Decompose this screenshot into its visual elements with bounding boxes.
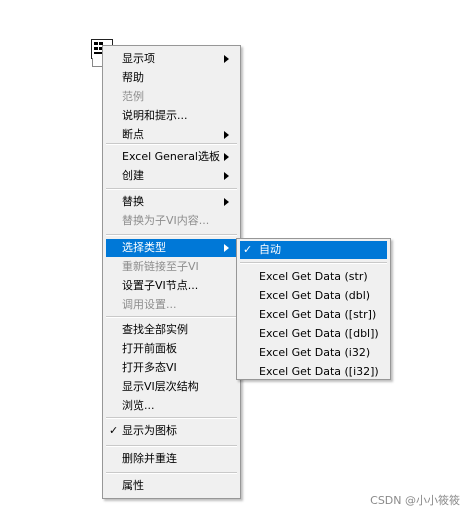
menu-separator [106, 472, 237, 474]
menu-item-label: 浏览... [122, 399, 155, 412]
menu-item-label: 创建 [122, 169, 144, 182]
menu-item-label: 重新链接至子VI [122, 260, 199, 273]
type-option-label: Excel Get Data (i32) [259, 346, 371, 359]
submenu-arrow-icon [224, 172, 229, 180]
submenu-arrow-icon [224, 244, 229, 252]
menu-separator [106, 188, 237, 190]
menu-item-0-4[interactable]: 断点 [106, 126, 237, 144]
type-option-1[interactable]: Excel Get Data (str) [240, 268, 387, 286]
menu-item-label: Excel General选板 [122, 150, 220, 163]
type-option-label: 自动 [259, 243, 281, 256]
menu-item-0-1[interactable]: 帮助 [106, 69, 237, 87]
type-option-label: Excel Get Data ([dbl]) [259, 327, 379, 340]
menu-item-3-2[interactable]: 设置子VI节点... [106, 277, 237, 295]
submenu-arrow-icon [224, 153, 229, 161]
watermark-text: CSDN @小小筱筱 [370, 494, 460, 507]
menu-separator [106, 316, 237, 318]
type-option-label: Excel Get Data ([str]) [259, 308, 377, 321]
menu-item-3-0[interactable]: 选择类型 [106, 239, 237, 257]
menu-item-label: 替换为子VI内容... [122, 214, 210, 227]
type-option-label: Excel Get Data (str) [259, 270, 368, 283]
context-menu: 显示项帮助范例说明和提示... 断点 Excel General选板 创建替换替换为子… [102, 45, 241, 499]
menu-item-label: 帮助 [122, 71, 144, 84]
type-option-2[interactable]: Excel Get Data (dbl) [240, 287, 387, 305]
type-option-4[interactable]: Excel Get Data ([dbl]) [240, 325, 387, 343]
menu-item-3-3[interactable]: 调用设置... [106, 296, 237, 314]
menu-item-1-1[interactable]: 创建 [106, 167, 237, 185]
menu-item-2-1[interactable]: 替换为子VI内容... [106, 212, 237, 230]
type-option-5[interactable]: Excel Get Data (i32) [240, 344, 387, 362]
menu-item-label: 删除并重连 [122, 452, 177, 465]
menu-item-3-1[interactable]: 重新链接至子VI [106, 258, 237, 276]
menu-item-label: 属性 [122, 479, 144, 492]
submenu-arrow-icon [224, 198, 229, 206]
menu-item-4-4[interactable]: 浏览... [106, 397, 237, 415]
menu-item-label: 选择类型 [122, 241, 166, 254]
menu-item-4-3[interactable]: 显示VI层次结构 [106, 378, 237, 396]
menu-item-label: 范例 [122, 90, 144, 103]
type-option-0[interactable]: ✓ 自动 [240, 241, 387, 259]
menu-item-1-0[interactable]: Excel General选板 [106, 148, 237, 166]
menu-item-4-1[interactable]: 打开前面板 [106, 340, 237, 358]
checkmark-icon: ✓ [243, 243, 253, 256]
menu-separator [106, 417, 237, 419]
type-option-label: Excel Get Data ([i32]) [259, 365, 379, 378]
menu-item-label: 查找全部实例 [122, 323, 188, 336]
menu-item-label: 打开前面板 [122, 342, 177, 355]
type-option-3[interactable]: Excel Get Data ([str]) [240, 306, 387, 324]
select-type-submenu: ✓ 自动 Excel Get Data (str) Excel Get Data (d… [236, 238, 391, 380]
submenu-separator [240, 262, 387, 264]
menu-item-label: 显示VI层次结构 [122, 380, 199, 393]
checkmark-icon: ✓ [109, 424, 119, 437]
menu-item-label: 打开多态VI [122, 361, 177, 374]
menu-item-4-2[interactable]: 打开多态VI [106, 359, 237, 377]
menu-item-label: 替换 [122, 195, 144, 208]
menu-item-label: 设置子VI节点... [122, 279, 199, 292]
menu-item-label: 说明和提示... [122, 109, 188, 122]
menu-separator [106, 234, 237, 236]
type-option-6[interactable]: Excel Get Data ([i32]) [240, 363, 387, 381]
menu-item-0-0[interactable]: 显示项 [106, 50, 237, 68]
menu-item-0-2[interactable]: 范例 [106, 88, 237, 106]
menu-item-label: 调用设置... [122, 298, 177, 311]
menu-separator [106, 445, 237, 447]
menu-item-0-3[interactable]: 说明和提示... [106, 107, 237, 125]
menu-item-4-0[interactable]: 查找全部实例 [106, 321, 237, 339]
menu-item-label: 显示为图标 [122, 424, 177, 437]
menu-item-5-0[interactable]: ✓ 显示为图标 [106, 422, 237, 440]
type-option-label: Excel Get Data (dbl) [259, 289, 371, 302]
menu-item-2-0[interactable]: 替换 [106, 193, 237, 211]
menu-item-label: 显示项 [122, 52, 155, 65]
submenu-arrow-icon [224, 131, 229, 139]
menu-item-7-0[interactable]: 属性 [106, 477, 237, 495]
submenu-arrow-icon [224, 55, 229, 63]
menu-item-6-0[interactable]: 删除并重连 [106, 450, 237, 468]
menu-separator [106, 143, 237, 145]
menu-item-label: 断点 [122, 128, 144, 141]
